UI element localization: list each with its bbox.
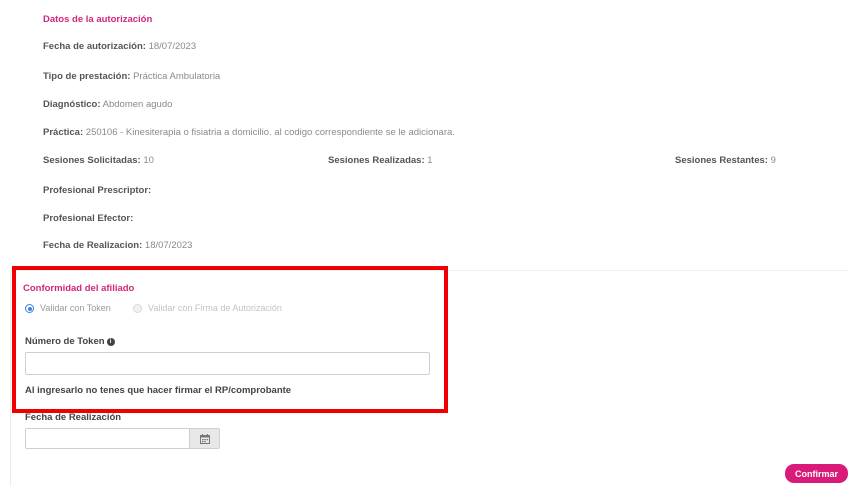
diagnostico-value: Abdomen agudo [102, 99, 173, 110]
token-note: Al ingresarlo no tenes que hacer firmar … [25, 385, 292, 396]
fecha-realizacion-row: Fecha de Realizacion: 18/07/2023 [43, 240, 192, 251]
section-title-conformidad: Conformidad del afiliado [23, 283, 135, 294]
section-title-authorization: Datos de la autorización [43, 14, 153, 25]
token-input[interactable] [25, 352, 430, 375]
token-label: Número de Token [25, 336, 105, 347]
sesiones-restantes: Sesiones Restantes: 9 [675, 155, 776, 166]
sesiones-solicitadas: Sesiones Solicitadas: 10 [43, 155, 154, 166]
confirm-button[interactable]: Confirmar [785, 464, 848, 483]
sesiones-restantes-label: Sesiones Restantes: [675, 155, 768, 166]
radio-validar-token[interactable] [25, 304, 34, 313]
sesiones-realizadas-label: Sesiones Realizadas: [328, 155, 425, 166]
diagnostico-row: Diagnóstico: Abdomen agudo [43, 99, 172, 110]
diagnostico-label: Diagnóstico: [43, 99, 101, 110]
profesional-efector-row: Profesional Efector: [43, 213, 133, 224]
fecha-autorizacion-label: Fecha de autorización: [43, 41, 146, 52]
authorization-card: Datos de la autorización Fecha de autori… [10, 0, 849, 271]
sesiones-realizadas-value: 1 [427, 155, 433, 166]
tipo-prestacion-label: Tipo de prestación: [43, 71, 131, 82]
profesional-efector-label: Profesional Efector: [43, 213, 134, 224]
calendar-icon [200, 434, 210, 444]
practica-label: Práctica: [43, 127, 84, 138]
sesiones-restantes-value: 9 [770, 155, 776, 166]
sesiones-realizadas: Sesiones Realizadas: 1 [328, 155, 433, 166]
sesiones-solicitadas-label: Sesiones Solicitadas: [43, 155, 141, 166]
info-icon[interactable]: i [106, 338, 115, 346]
tipo-prestacion-value: Práctica Ambulatoria [133, 71, 221, 82]
calendar-button[interactable] [189, 428, 220, 449]
fecha-realizacion-value: 18/07/2023 [144, 240, 193, 251]
fecha-realizacion-label: Fecha de Realizacion: [43, 240, 143, 251]
radio-validar-firma-label[interactable]: Validar con Firma de Autorización [148, 303, 282, 313]
sesiones-solicitadas-value: 10 [143, 155, 154, 166]
profesional-prescriptor-row: Profesional Prescriptor: [43, 185, 151, 196]
radio-validar-firma[interactable] [133, 304, 142, 313]
tipo-prestacion-row: Tipo de prestación: Práctica Ambulatoria [43, 71, 220, 82]
radio-validar-token-label[interactable]: Validar con Token [40, 303, 111, 313]
fecha-realizacion-field-label: Fecha de Realización [25, 412, 122, 423]
fecha-autorizacion-row: Fecha de autorización: 18/07/2023 [43, 41, 196, 52]
practica-row: Práctica: 250106 - Kinesiterapia o fisia… [43, 127, 455, 138]
fecha-realizacion-input[interactable] [25, 428, 189, 449]
profesional-prescriptor-label: Profesional Prescriptor: [43, 185, 152, 196]
practica-value: 250106 - Kinesiterapia o fisiatria a dom… [85, 127, 455, 138]
token-label-row: Número de Token i [25, 336, 115, 347]
fecha-autorizacion-value: 18/07/2023 [148, 41, 197, 52]
